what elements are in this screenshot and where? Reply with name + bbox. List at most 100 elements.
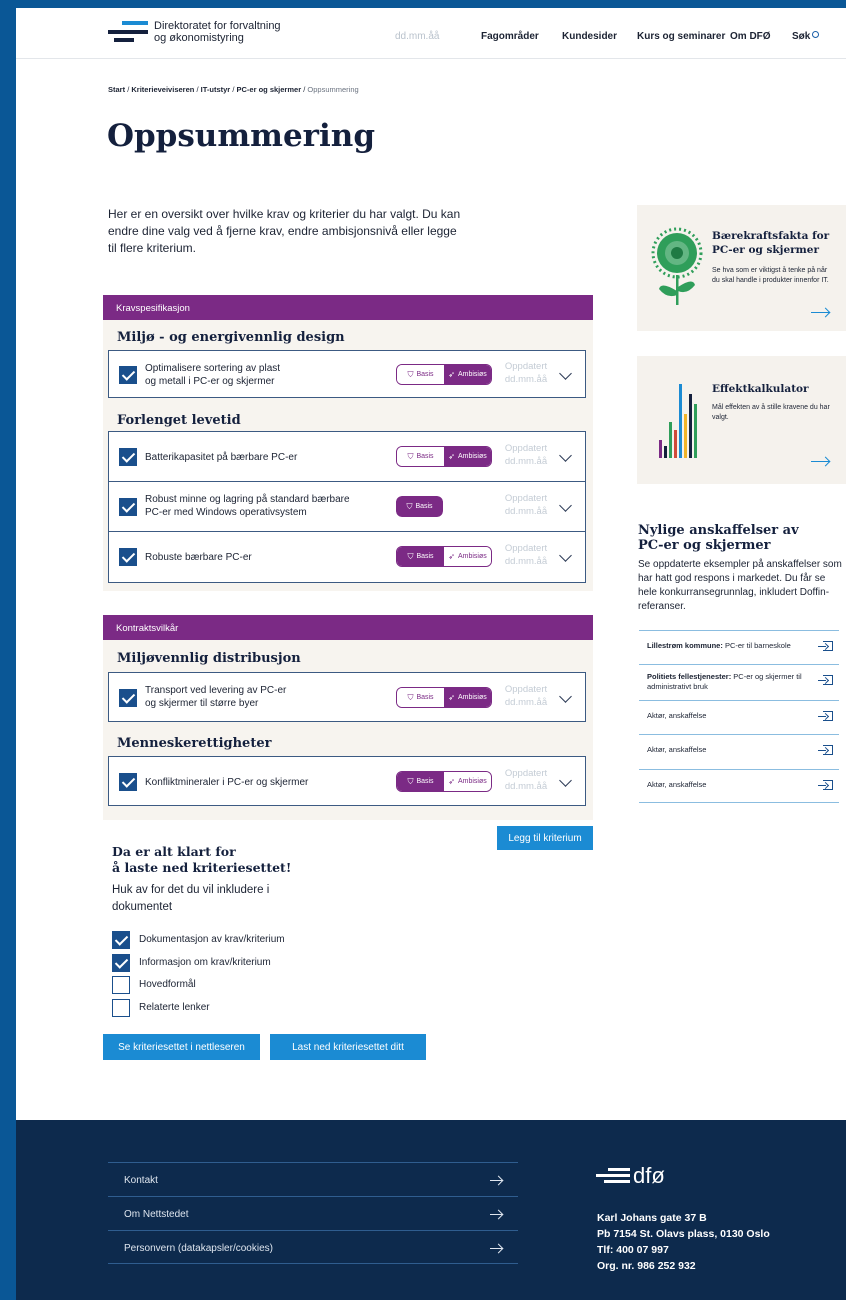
rocket-icon: ➶ bbox=[448, 693, 455, 702]
criterion-checkbox[interactable] bbox=[119, 773, 137, 791]
chevron-down-icon[interactable] bbox=[559, 549, 572, 562]
breadcrumb-current: Oppsummering bbox=[307, 85, 359, 94]
criterion-label: Robuste bærbare PC-er bbox=[145, 552, 252, 563]
rocket-icon: ➶ bbox=[448, 452, 455, 461]
basis-option[interactable]: ⛉ Basis bbox=[397, 772, 444, 791]
shield-icon: ⛉ bbox=[407, 776, 414, 786]
criterion-label: Transport ved levering av PC-er og skjerm… bbox=[145, 685, 287, 709]
criterion-checkbox[interactable] bbox=[119, 366, 137, 384]
criterion-checkbox[interactable] bbox=[119, 448, 137, 466]
updated-date: Oppdatert dd.mm.åå bbox=[504, 361, 548, 385]
criterion-label: Batterikapasitet på bærbare PC-er bbox=[145, 452, 298, 463]
shield-icon: ⛉ bbox=[406, 501, 413, 511]
ambisjon-option[interactable]: ➶ Ambisiøs bbox=[444, 365, 491, 384]
ambisjon-option[interactable]: ➶ Ambisiøs bbox=[444, 688, 491, 707]
arrow-right-icon bbox=[490, 1180, 502, 1181]
basis-option[interactable]: ⛉ Basis bbox=[397, 447, 444, 466]
site-header: Direktoratet for forvaltning og økonomis… bbox=[16, 8, 846, 59]
site-footer: Kontakt Om Nettstedet Personvern (dataka… bbox=[16, 1120, 846, 1300]
criterion-checkbox[interactable] bbox=[119, 498, 137, 516]
nav-kurs-og-seminarer[interactable]: Kurs og seminarer bbox=[637, 31, 725, 42]
sustainability-card[interactable]: Bærekraftsfakta for PC-er og skjermer Se … bbox=[637, 205, 846, 331]
arrow-right-icon bbox=[490, 1214, 502, 1215]
group-title: Forlenget levetid bbox=[117, 413, 241, 428]
section-header: Kontraktsvilkår bbox=[103, 615, 593, 640]
sustainability-text: Se hva som er viktigst å tenke på når du… bbox=[712, 267, 829, 284]
add-criterion-button[interactable]: Legg til kriterium bbox=[497, 826, 593, 850]
shield-icon: ⛉ bbox=[407, 451, 414, 461]
recent-procurements-title: Nylige anskaffelser av PC-er og skjermer bbox=[638, 523, 799, 553]
basis-option[interactable]: ⛉ Basis bbox=[397, 547, 444, 566]
section-kontraktsvilkar: Kontraktsvilkår Miljøvennlig distribusjo… bbox=[103, 615, 593, 820]
level-toggle: ⛉ Basis ➶ Ambisiøs bbox=[396, 446, 492, 467]
breadcrumb: Start / Kriterieveiviseren / IT-utstyr /… bbox=[108, 85, 359, 94]
nav-search[interactable]: Søk bbox=[792, 31, 820, 42]
enter-icon bbox=[818, 641, 833, 651]
criterion-card: Transport ved levering av PC-er og skjerm… bbox=[108, 672, 586, 722]
dfo-logo[interactable]: Direktoratet for forvaltning og økonomis… bbox=[108, 20, 281, 44]
option-checkbox[interactable] bbox=[112, 999, 130, 1017]
procurement-item[interactable]: Aktør, anskaffelse bbox=[639, 700, 839, 734]
criterion-checkbox[interactable] bbox=[119, 689, 137, 707]
basis-option[interactable]: ⛉ Basis bbox=[397, 688, 444, 707]
ambisjon-option[interactable]: ➶ Ambisiøs bbox=[444, 447, 491, 466]
nav-om-dfo[interactable]: Om DFØ bbox=[730, 31, 771, 42]
ambisjon-option[interactable]: ➶ Ambisiøs bbox=[444, 547, 491, 566]
arrow-right-icon[interactable] bbox=[811, 461, 829, 462]
procurement-item[interactable]: Lillestrøm kommune: PC-er til barneskole bbox=[639, 630, 839, 664]
breadcrumb-start[interactable]: Start bbox=[108, 85, 125, 94]
arrow-right-icon bbox=[490, 1248, 502, 1249]
logo-text: Direktoratet for forvaltning og økonomis… bbox=[154, 20, 281, 44]
basis-option[interactable]: ⛉ Basis bbox=[396, 496, 443, 517]
criterion-label: Robust minne og lagring på standard bærb… bbox=[145, 494, 350, 518]
group-title: Miljø - og energivennlig design bbox=[117, 330, 345, 345]
criterion-label: Optimalisere sortering av plast og metall… bbox=[145, 363, 281, 387]
calculator-title: Effektkalkulator bbox=[712, 383, 809, 395]
group-title: Miljøvennlig distribusjon bbox=[117, 651, 301, 666]
procurement-item[interactable]: Aktør, anskaffelse bbox=[639, 734, 839, 768]
header-date: dd.mm.åå bbox=[395, 31, 440, 42]
updated-date: Oppdatert dd.mm.åå bbox=[504, 543, 548, 567]
section-kravspesifikasjon: Kravspesifikasjon Miljø - og energivennl… bbox=[103, 295, 593, 591]
level-toggle: ⛉ Basis ➶ Ambisiøs bbox=[396, 364, 492, 385]
nav-kundesider[interactable]: Kundesider bbox=[562, 31, 617, 42]
procurement-item[interactable]: Politiets fellestjenester: PC-er og skje… bbox=[639, 664, 839, 698]
arrow-right-icon[interactable] bbox=[811, 312, 829, 313]
option-checkbox[interactable] bbox=[112, 954, 130, 972]
option-checkbox[interactable] bbox=[112, 976, 130, 994]
nav-fagomrader[interactable]: Fagområder bbox=[481, 31, 539, 42]
criterion-checkbox[interactable] bbox=[119, 548, 137, 566]
view-in-browser-button[interactable]: Se kriteriesettet i nettleseren bbox=[103, 1034, 260, 1060]
updated-date: Oppdatert dd.mm.åå bbox=[504, 768, 548, 792]
footer-link-personvern[interactable]: Personvern (datakapsler/cookies) bbox=[108, 1230, 518, 1264]
shield-icon: ⛉ bbox=[407, 692, 414, 702]
level-toggle: ⛉ Basis ➶ Ambisiøs bbox=[396, 546, 492, 567]
footer-link-om-nettstedet[interactable]: Om Nettstedet bbox=[108, 1196, 518, 1230]
criterion-label: Konfliktmineraler i PC-er og skjermer bbox=[145, 777, 309, 788]
footer-link-kontakt[interactable]: Kontakt bbox=[108, 1162, 518, 1196]
rocket-icon: ➶ bbox=[448, 777, 455, 786]
criterion-row: Batterikapasitet på bærbare PC-er ⛉ Basis… bbox=[109, 432, 585, 482]
chevron-down-icon[interactable] bbox=[559, 499, 572, 512]
logo-mark-icon bbox=[108, 21, 148, 43]
effect-calculator-card[interactable]: Effektkalkulator Mål effekten av å still… bbox=[637, 356, 846, 484]
download-subtitle: Huk av for det du vil inkludere i dokume… bbox=[112, 884, 270, 913]
chevron-down-icon[interactable] bbox=[559, 774, 572, 787]
breadcrumb-pc-er[interactable]: PC-er og skjermer bbox=[237, 85, 302, 94]
option-checkbox[interactable] bbox=[112, 931, 130, 949]
procurement-item[interactable]: Aktør, anskaffelse bbox=[639, 769, 839, 803]
intro-text: Her er en oversikt over hvilke krav og k… bbox=[108, 207, 461, 255]
updated-date: Oppdatert dd.mm.åå bbox=[504, 493, 548, 517]
basis-option[interactable]: ⛉ Basis bbox=[397, 365, 444, 384]
ambisjon-option[interactable]: ➶ Ambisiøs bbox=[444, 772, 491, 791]
breadcrumb-kriterieveiviseren[interactable]: Kriterieveiviseren bbox=[131, 85, 194, 94]
enter-icon bbox=[818, 780, 833, 790]
chevron-down-icon[interactable] bbox=[559, 367, 572, 380]
recent-procurements-text: Se oppdaterte eksempler på anskaffelser … bbox=[638, 559, 842, 612]
download-button[interactable]: Last ned kriteriesettet ditt bbox=[270, 1034, 426, 1060]
breadcrumb-it-utstyr[interactable]: IT-utstyr bbox=[201, 85, 231, 94]
criterion-group-card: Batterikapasitet på bærbare PC-er ⛉ Basis… bbox=[108, 431, 586, 583]
chevron-down-icon[interactable] bbox=[559, 449, 572, 462]
chevron-down-icon[interactable] bbox=[559, 690, 572, 703]
search-icon bbox=[812, 31, 820, 38]
